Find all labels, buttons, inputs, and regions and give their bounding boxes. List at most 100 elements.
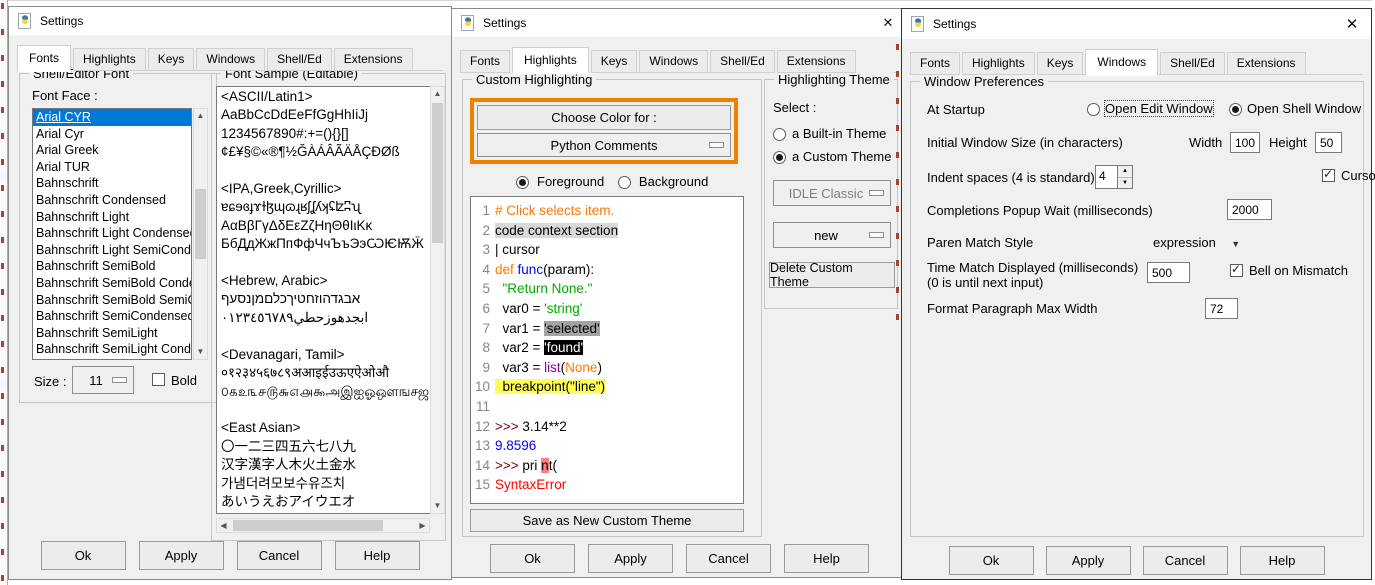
paren-style-dropdown[interactable]: expression ▼ — [1153, 235, 1240, 250]
tab-shell-ed[interactable]: Shell/Ed — [267, 48, 332, 71]
highlight-sample[interactable]: 1# Click selects item.2code context sect… — [470, 196, 744, 504]
background-window-left-edge — [0, 0, 8, 585]
apply-button[interactable]: Apply — [139, 541, 224, 570]
paren-style-value: expression — [1153, 235, 1216, 250]
font-face-listbox[interactable]: Arial CYRArial CyrArial GreekArial TURBa… — [32, 108, 192, 360]
custom-theme-radio[interactable] — [773, 151, 786, 164]
tab-highlights[interactable]: Highlights — [962, 52, 1035, 75]
foreground-radio[interactable] — [516, 176, 529, 189]
cursor-blink-checkbox[interactable] — [1322, 169, 1335, 182]
font-list-item[interactable]: Bahnschrift Light Condensed — [33, 225, 191, 242]
bold-checkbox[interactable] — [152, 373, 165, 386]
tab-keys[interactable]: Keys — [591, 50, 638, 73]
code-line: 4def func(param): — [473, 260, 741, 280]
close-icon[interactable]: ✕ — [1341, 15, 1363, 33]
code-line: 5 "Return None." — [473, 279, 741, 299]
highlight-target-dropdown[interactable]: Python Comments — [477, 133, 731, 157]
font-list-item[interactable]: Bahnschrift SemiBold — [33, 258, 191, 275]
completions-input[interactable] — [1227, 199, 1272, 220]
size-dropdown[interactable]: 11 — [72, 366, 134, 394]
ok-button[interactable]: Ok — [949, 546, 1034, 575]
highlight-target-frame: Choose Color for : Python Comments — [470, 98, 738, 164]
initial-size-label: Initial Window Size (in characters) — [927, 135, 1123, 150]
font-list-item[interactable]: Bahnschrift Light SemiConde — [33, 242, 191, 259]
tab-extensions[interactable]: Extensions — [1227, 52, 1306, 75]
spin-up-icon[interactable]: ▲ — [1118, 166, 1132, 178]
dialog-buttons: Ok Apply Cancel Help — [452, 544, 907, 573]
indent-spinbox[interactable]: 4 ▲ ▼ — [1095, 165, 1133, 189]
paren-style-label: Paren Match Style — [927, 235, 1033, 250]
tab-bar: FontsHighlightsKeysWindowsShell/EdExtens… — [910, 49, 1308, 75]
save-custom-theme-button[interactable]: Save as New Custom Theme — [470, 509, 744, 532]
tab-shell-ed[interactable]: Shell/Ed — [710, 50, 775, 73]
font-sample-text[interactable]: <ASCII/Latin1> AaBbCcDdEeFfGgHhIiJj 1234… — [216, 86, 440, 514]
open-shell-window-label: Open Shell Window — [1247, 101, 1361, 116]
tab-keys[interactable]: Keys — [1037, 52, 1084, 75]
tab-extensions[interactable]: Extensions — [777, 50, 856, 73]
time-match-input[interactable] — [1147, 262, 1190, 283]
tab-fonts[interactable]: Fonts — [910, 52, 960, 75]
help-button[interactable]: Help — [1240, 546, 1325, 575]
font-sample-vscrollbar[interactable]: ▲ ▼ — [430, 86, 445, 514]
tab-windows[interactable]: Windows — [1085, 49, 1158, 76]
cancel-button[interactable]: Cancel — [1143, 546, 1228, 575]
tab-highlights[interactable]: Highlights — [73, 48, 146, 71]
open-shell-window-radio[interactable] — [1229, 103, 1242, 116]
font-list-item[interactable]: Bahnschrift Condensed — [33, 192, 191, 209]
font-list-item[interactable]: Bahnschrift SemiBold Conder — [33, 275, 191, 292]
font-sample-hscrollbar[interactable]: ◀ ▶ — [216, 518, 430, 533]
open-edit-window-radio[interactable] — [1087, 103, 1100, 116]
choose-color-button[interactable]: Choose Color for : — [477, 105, 731, 130]
font-list-item[interactable]: Bahnschrift Light — [33, 209, 191, 226]
tab-highlights[interactable]: Highlights — [512, 47, 589, 74]
highlighting-theme-group: Highlighting Theme Select : a Built-in T… — [764, 79, 898, 309]
tab-shell-ed[interactable]: Shell/Ed — [1160, 52, 1225, 75]
font-list-item[interactable]: Bahnschrift SemiLight — [33, 325, 191, 342]
select-label: Select : — [773, 100, 816, 115]
delete-custom-theme-button[interactable]: Delete Custom Theme — [769, 262, 895, 288]
font-face-label: Font Face : — [32, 88, 98, 103]
height-input[interactable] — [1315, 132, 1342, 153]
format-width-input[interactable] — [1205, 298, 1238, 319]
titlebar[interactable]: Settings — [9, 7, 451, 35]
font-list-scrollbar[interactable]: ▲ ▼ — [193, 108, 208, 360]
background-radio[interactable] — [618, 176, 631, 189]
font-list-item[interactable]: Arial Greek — [33, 142, 191, 159]
builtin-theme-radio[interactable] — [773, 128, 786, 141]
tab-fonts[interactable]: Fonts — [460, 50, 510, 73]
apply-button[interactable]: Apply — [1046, 546, 1131, 575]
cancel-button[interactable]: Cancel — [686, 544, 771, 573]
code-line: 15SyntaxError — [473, 475, 741, 495]
builtin-theme-dropdown[interactable]: IDLE Classic — [773, 180, 891, 206]
apply-button[interactable]: Apply — [588, 544, 673, 573]
titlebar[interactable]: Settings ✕ — [902, 9, 1371, 39]
spin-arrows[interactable]: ▲ ▼ — [1117, 166, 1132, 188]
tab-windows[interactable]: Windows — [639, 50, 708, 73]
tab-keys[interactable]: Keys — [148, 48, 195, 71]
tab-extensions[interactable]: Extensions — [334, 48, 413, 71]
font-list-item[interactable]: Arial TUR — [33, 159, 191, 176]
group-label: Custom Highlighting — [472, 72, 596, 87]
font-list-item[interactable]: Bahnschrift — [33, 175, 191, 192]
titlebar[interactable]: Settings ✕ — [452, 9, 907, 37]
tab-fonts[interactable]: Fonts — [17, 45, 71, 72]
ok-button[interactable]: Ok — [490, 544, 575, 573]
font-list-item[interactable]: Arial Cyr — [33, 126, 191, 143]
bell-mismatch-checkbox[interactable] — [1230, 264, 1243, 277]
custom-theme-dropdown[interactable]: new — [773, 222, 891, 248]
tab-bar: FontsHighlightsKeysWindowsShell/EdExtens… — [17, 45, 415, 71]
tab-windows[interactable]: Windows — [196, 48, 265, 71]
spin-down-icon[interactable]: ▼ — [1118, 178, 1132, 189]
ok-button[interactable]: Ok — [41, 541, 126, 570]
font-sample-group: Font Sample (Editable) <ASCII/Latin1> Aa… — [211, 73, 446, 541]
font-list-item[interactable]: Arial CYR — [33, 109, 191, 126]
font-list-item[interactable]: Bahnschrift SemiCondensed — [33, 308, 191, 325]
font-list-item[interactable]: Bahnschrift SemiBold SemiCo — [33, 292, 191, 309]
close-icon[interactable]: ✕ — [877, 15, 899, 31]
size-value: 11 — [89, 373, 103, 388]
width-input[interactable] — [1230, 132, 1260, 153]
help-button[interactable]: Help — [784, 544, 869, 573]
cancel-button[interactable]: Cancel — [237, 541, 322, 570]
font-list-item[interactable]: Bahnschrift SemiLight Conde — [33, 341, 191, 358]
help-button[interactable]: Help — [335, 541, 420, 570]
